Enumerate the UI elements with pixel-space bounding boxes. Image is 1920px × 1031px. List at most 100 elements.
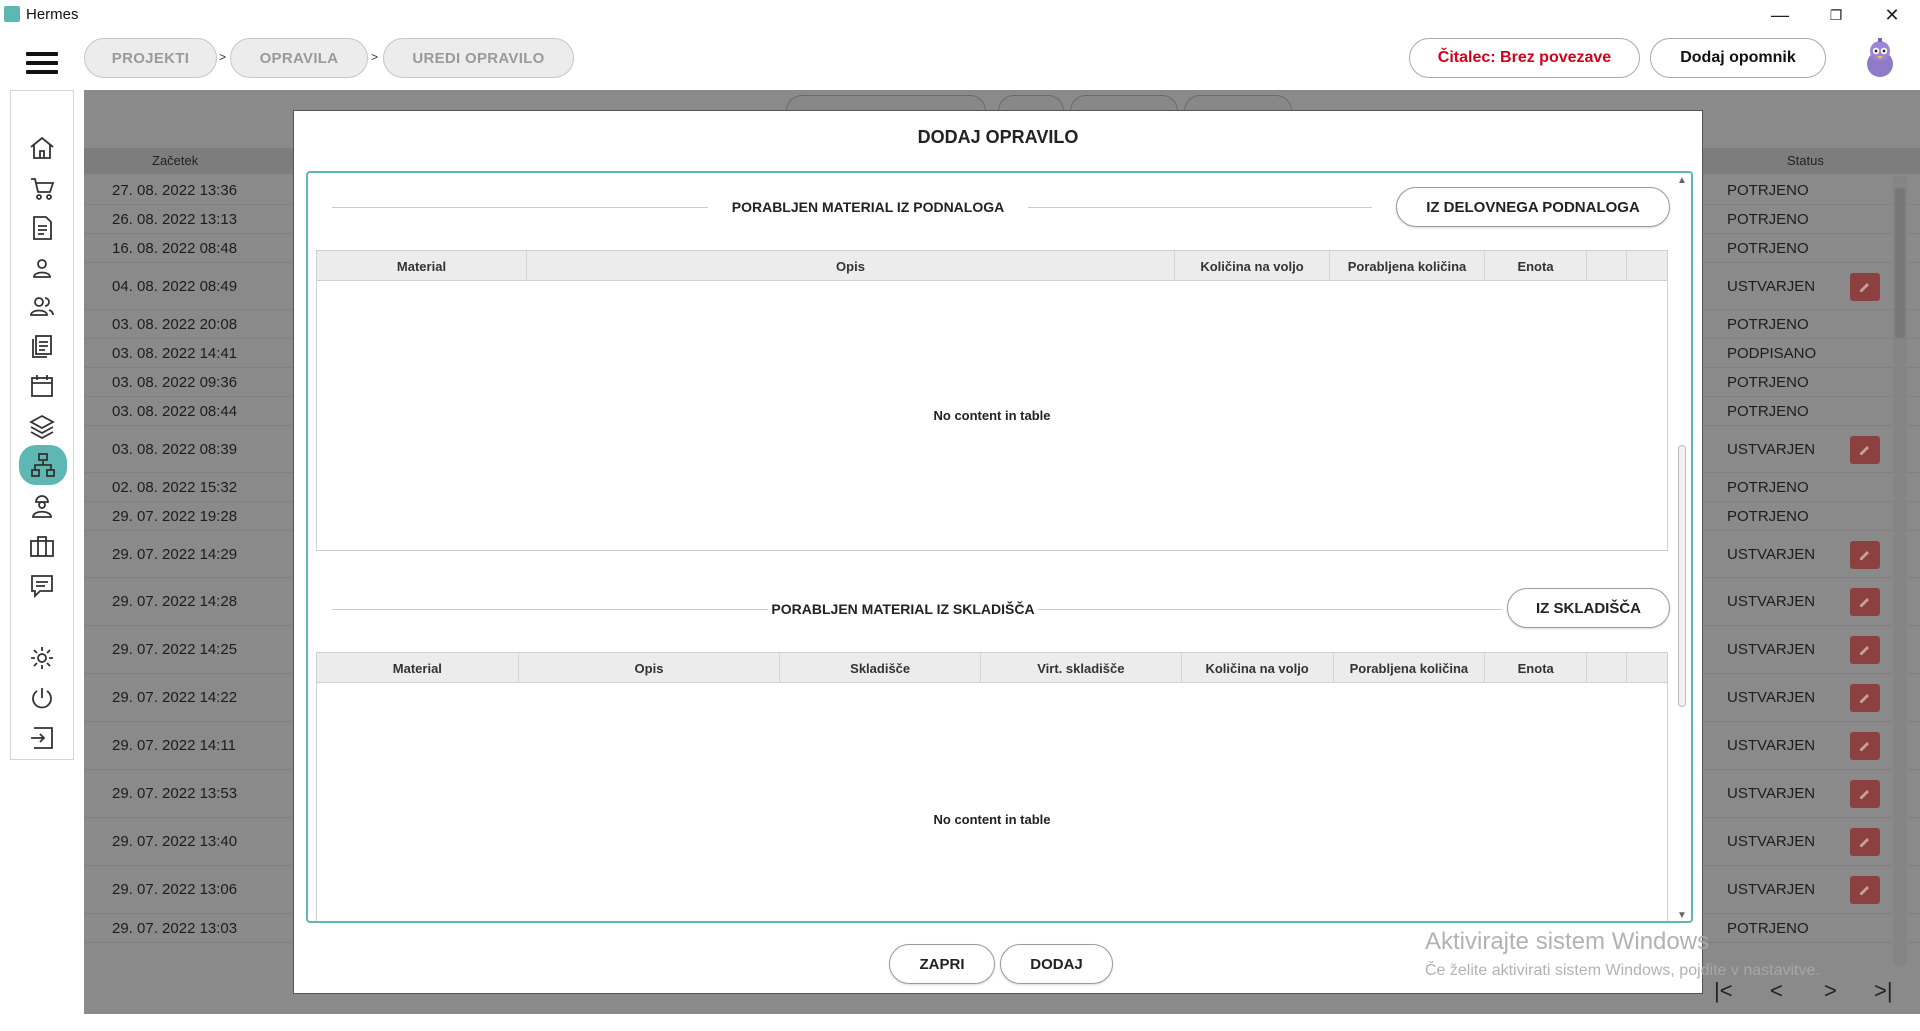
settings-icon[interactable] — [25, 641, 59, 675]
first-page-icon[interactable]: |< — [1714, 978, 1733, 1004]
column-header — [1627, 251, 1667, 281]
close-button[interactable]: ZAPRI — [889, 944, 995, 984]
add-task-dialog: DODAJ OPRAVILO PORABLJEN MATERIAL IZ POD… — [293, 110, 1703, 994]
breadcrumb-uredi-opravilo[interactable]: UREDI OPRAVILO — [383, 38, 574, 78]
windows-activation-watermark-sub: Če želite aktivirati sistem Windows, poj… — [1425, 962, 1820, 979]
maximize-button[interactable]: ❐ — [1808, 2, 1864, 28]
column-header — [1587, 251, 1627, 281]
window-title: Hermes — [26, 6, 79, 23]
bg-row-date: 29. 07. 2022 13:06 — [112, 881, 238, 898]
column-header[interactable]: Količina na voljo — [1175, 251, 1330, 281]
bg-edit-icon — [1850, 732, 1880, 760]
column-header[interactable]: Virt. skladišče — [981, 653, 1182, 683]
bg-row-status: USTVARJEN — [1727, 881, 1816, 898]
column-header[interactable]: Enota — [1485, 653, 1588, 683]
add-reminder-button[interactable]: Dodaj opomnik — [1650, 38, 1826, 78]
add-button[interactable]: DODAJ — [1000, 944, 1113, 984]
user-icon[interactable] — [25, 251, 59, 285]
bg-row-status: USTVARJEN — [1727, 785, 1816, 802]
bg-row-status: USTVARJEN — [1727, 689, 1816, 706]
reader-status-button[interactable]: Čitalec: Brez povezave — [1409, 38, 1640, 78]
user-avatar-icon[interactable] — [1862, 38, 1898, 78]
bg-row-date: 29. 07. 2022 14:29 — [112, 545, 238, 563]
column-header[interactable]: Enota — [1485, 251, 1587, 281]
column-header[interactable]: Porabljena količina — [1330, 251, 1485, 281]
bg-row-date: 03. 08. 2022 09:36 — [112, 373, 238, 391]
bg-row-status: POTRJENO — [1727, 210, 1809, 228]
breadcrumb-projekti[interactable]: PROJEKTI — [84, 38, 217, 78]
bg-edit-icon — [1850, 435, 1880, 464]
scroll-up-icon[interactable]: ▲ — [1675, 175, 1689, 186]
scrollbar-thumb[interactable] — [1678, 445, 1686, 707]
briefcase-icon[interactable] — [25, 529, 59, 563]
menu-icon[interactable] — [26, 52, 58, 74]
column-header[interactable]: Skladišče — [780, 653, 982, 683]
bg-edit-icon — [1850, 684, 1880, 712]
bg-col-start: Začetek — [152, 153, 199, 168]
cart-icon[interactable] — [25, 171, 59, 205]
from-work-subtask-button[interactable]: IZ DELOVNEGA PODNALOGA — [1396, 187, 1670, 227]
bg-edit-icon — [1850, 588, 1880, 616]
dialog-content: PORABLJEN MATERIAL IZ PODNALOGA IZ DELOV… — [306, 171, 1693, 923]
bg-row-status: POTRJENO — [1727, 181, 1809, 199]
next-page-icon[interactable]: > — [1824, 978, 1837, 1004]
previous-page-icon[interactable]: < — [1770, 978, 1783, 1004]
bg-row-date: 03. 08. 2022 14:41 — [112, 344, 238, 362]
window-titlebar: Hermes — ❐ ✕ — [0, 0, 1920, 30]
bg-row-status: POTRJENO — [1727, 402, 1809, 420]
last-page-icon[interactable]: >| — [1874, 978, 1893, 1004]
column-header — [1587, 653, 1628, 683]
scroll-down-icon[interactable]: ▼ — [1675, 910, 1689, 921]
column-header[interactable]: Material — [317, 653, 519, 683]
bg-row-status: PODPISANO — [1727, 344, 1817, 362]
subtask-material-table: Material Opis Količina na voljo Porablje… — [316, 250, 1668, 551]
breadcrumb-separator: > — [371, 50, 379, 64]
bg-row-status: POTRJENO — [1727, 315, 1809, 333]
power-icon[interactable] — [25, 681, 59, 715]
table-header: Material Opis Količina na voljo Porablje… — [317, 251, 1667, 281]
section-title-warehouse-material: PORABLJEN MATERIAL IZ SKLADIŠČA — [768, 601, 1038, 617]
windows-activation-watermark: Aktivirajte sistem Windows — [1425, 928, 1710, 955]
empty-table-message: No content in table — [933, 812, 1051, 827]
calendar-icon[interactable] — [25, 369, 59, 403]
dialog-scrollbar[interactable]: ▲ ▼ — [1675, 175, 1689, 921]
column-header[interactable]: Količina na voljo — [1182, 653, 1334, 683]
layers-icon[interactable] — [25, 409, 59, 443]
sidebar — [10, 90, 74, 760]
worker-icon[interactable] — [25, 489, 59, 523]
users-icon[interactable] — [25, 289, 59, 323]
chat-icon[interactable] — [25, 569, 59, 603]
column-header[interactable]: Opis — [519, 653, 781, 683]
bg-row-date: 26. 08. 2022 13:13 — [112, 210, 238, 228]
bg-row-status: POTRJENO — [1727, 373, 1809, 391]
section-title-subtask-material: PORABLJEN MATERIAL IZ PODNALOGA — [708, 199, 1028, 215]
bg-edit-icon — [1850, 540, 1880, 569]
breadcrumb-separator: > — [219, 50, 227, 64]
bg-row-status: POTRJENO — [1727, 478, 1809, 496]
column-header[interactable]: Porabljena količina — [1334, 653, 1486, 683]
breadcrumb-opravila[interactable]: OPRAVILA — [230, 38, 368, 78]
column-header[interactable]: Opis — [527, 251, 1175, 281]
minimize-button[interactable]: — — [1752, 2, 1808, 28]
close-window-button[interactable]: ✕ — [1864, 2, 1920, 28]
bg-row-status: USTVARJEN — [1727, 833, 1816, 850]
empty-table-message: No content in table — [933, 408, 1051, 423]
warehouse-material-table: Material Opis Skladišče Virt. skladišče … — [316, 652, 1668, 921]
bg-scrollbar-thumb — [1895, 188, 1905, 338]
logout-icon[interactable] — [25, 721, 59, 755]
bg-row-date: 04. 08. 2022 08:49 — [112, 277, 238, 295]
hierarchy-icon[interactable] — [19, 445, 67, 485]
bg-edit-icon — [1850, 828, 1880, 856]
bg-edit-icon — [1850, 272, 1880, 301]
table-header: Material Opis Skladišče Virt. skladišče … — [317, 653, 1667, 683]
bg-row-date: 29. 07. 2022 14:11 — [112, 737, 236, 754]
bg-row-status: USTVARJEN — [1727, 277, 1816, 295]
bg-row-date: 29. 07. 2022 14:28 — [112, 593, 238, 610]
bg-row-date: 03. 08. 2022 20:08 — [112, 315, 238, 333]
home-icon[interactable] — [25, 131, 59, 165]
documents-icon[interactable] — [25, 329, 59, 363]
bg-row-date: 29. 07. 2022 13:53 — [112, 785, 238, 802]
column-header[interactable]: Material — [317, 251, 527, 281]
document-icon[interactable] — [25, 211, 59, 245]
from-warehouse-button[interactable]: IZ SKLADIŠČA — [1507, 588, 1670, 628]
